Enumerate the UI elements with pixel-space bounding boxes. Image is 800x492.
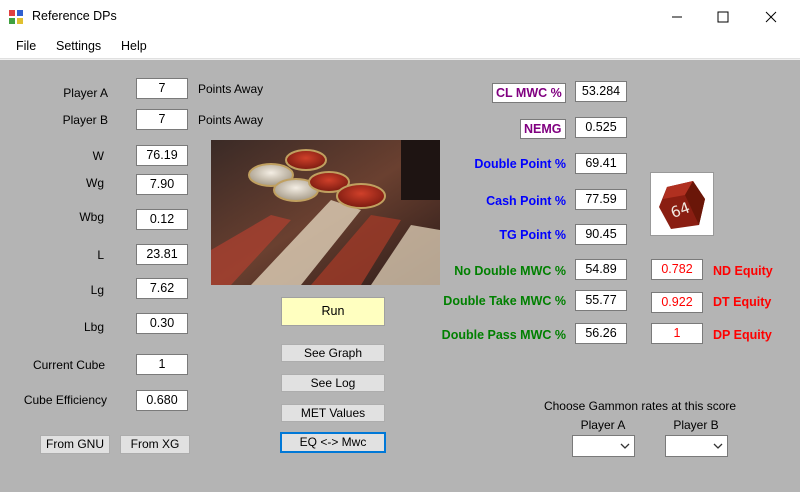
l-input[interactable]: 23.81 [136, 244, 188, 265]
wg-input[interactable]: 7.90 [136, 174, 188, 195]
minimize-button[interactable] [654, 0, 700, 34]
w-label: W [92, 149, 104, 163]
wg-label: Wg [86, 176, 104, 190]
close-button[interactable] [748, 0, 794, 34]
no-double-mwc-label: No Double MWC % [454, 264, 566, 278]
no-double-mwc-input[interactable]: 54.89 [575, 259, 627, 280]
minimize-icon [672, 16, 682, 18]
from-gnu-button[interactable]: From GNU [40, 435, 110, 454]
lg-label: Lg [90, 283, 104, 297]
see-graph-button[interactable]: See Graph [281, 344, 385, 362]
chevron-down-icon [713, 443, 723, 449]
tg-point-input[interactable]: 90.45 [575, 224, 627, 245]
from-xg-button[interactable]: From XG [120, 435, 190, 454]
run-button[interactable]: Run [281, 297, 385, 326]
gammon-player-a-label: Player A [580, 418, 626, 432]
nemg-label: NEMG [520, 119, 566, 139]
current-cube-label: Current Cube [32, 358, 105, 372]
player-a-label: Player A [63, 86, 108, 100]
doubling-cube-image: 64 [650, 172, 714, 236]
dp-equity-label: DP Equity [713, 328, 772, 342]
double-pass-mwc-input[interactable]: 56.26 [575, 323, 627, 344]
window-title: Reference DPs [32, 9, 117, 23]
gammon-player-b-label: Player B [673, 418, 719, 432]
current-cube-input[interactable]: 1 [136, 354, 188, 375]
double-point-input[interactable]: 69.41 [575, 153, 627, 174]
gammon-prompt: Choose Gammon rates at this score [543, 399, 737, 413]
nemg-input[interactable]: 0.525 [575, 117, 627, 138]
gammon-player-b-select[interactable] [665, 435, 728, 457]
player-b-input[interactable]: 7 [136, 109, 188, 130]
backgammon-photo [211, 140, 440, 285]
nd-equity-label: ND Equity [713, 264, 773, 278]
wbg-input[interactable]: 0.12 [136, 209, 188, 230]
app-icon [8, 9, 24, 25]
cube-efficiency-label: Cube Efficiency [23, 393, 107, 407]
double-take-mwc-input[interactable]: 55.77 [575, 290, 627, 311]
lg-input[interactable]: 7.62 [136, 278, 188, 299]
cube-efficiency-input[interactable]: 0.680 [136, 390, 188, 411]
dt-equity-label: DT Equity [713, 295, 772, 309]
player-a-suffix: Points Away [198, 82, 264, 96]
wbg-label: Wbg [79, 210, 104, 224]
nd-equity-value[interactable]: 0.782 [651, 259, 703, 280]
double-take-mwc-label: Double Take MWC % [443, 294, 566, 308]
lbg-label: Lbg [83, 320, 104, 334]
menu-settings[interactable]: Settings [56, 39, 101, 53]
cl-mwc-label: CL MWC % [492, 83, 566, 103]
player-b-label: Player B [62, 113, 108, 127]
eq-mwc-button[interactable]: EQ <-> Mwc [280, 432, 386, 453]
cash-point-label: Cash Point % [486, 194, 566, 208]
see-log-button[interactable]: See Log [281, 374, 385, 392]
cash-point-input[interactable]: 77.59 [575, 189, 627, 210]
menu-file[interactable]: File [16, 39, 36, 53]
maximize-icon [717, 11, 729, 23]
menu-bar [0, 34, 800, 59]
gammon-player-a-select[interactable] [572, 435, 635, 457]
dt-equity-value[interactable]: 0.922 [651, 292, 703, 313]
player-b-suffix: Points Away [198, 113, 264, 127]
chevron-down-icon [620, 443, 630, 449]
double-point-label: Double Point % [474, 157, 566, 171]
cl-mwc-input[interactable]: 53.284 [575, 81, 627, 102]
w-input[interactable]: 76.19 [136, 145, 188, 166]
dp-equity-value[interactable]: 1 [651, 323, 703, 344]
player-a-input[interactable]: 7 [136, 78, 188, 99]
menu-help[interactable]: Help [121, 39, 147, 53]
lbg-input[interactable]: 0.30 [136, 313, 188, 334]
maximize-button[interactable] [700, 0, 746, 34]
close-icon [765, 11, 777, 23]
tg-point-label: TG Point % [499, 228, 566, 242]
double-pass-mwc-label: Double Pass MWC % [441, 328, 566, 342]
met-values-button[interactable]: MET Values [281, 404, 385, 422]
l-label: L [97, 248, 104, 262]
